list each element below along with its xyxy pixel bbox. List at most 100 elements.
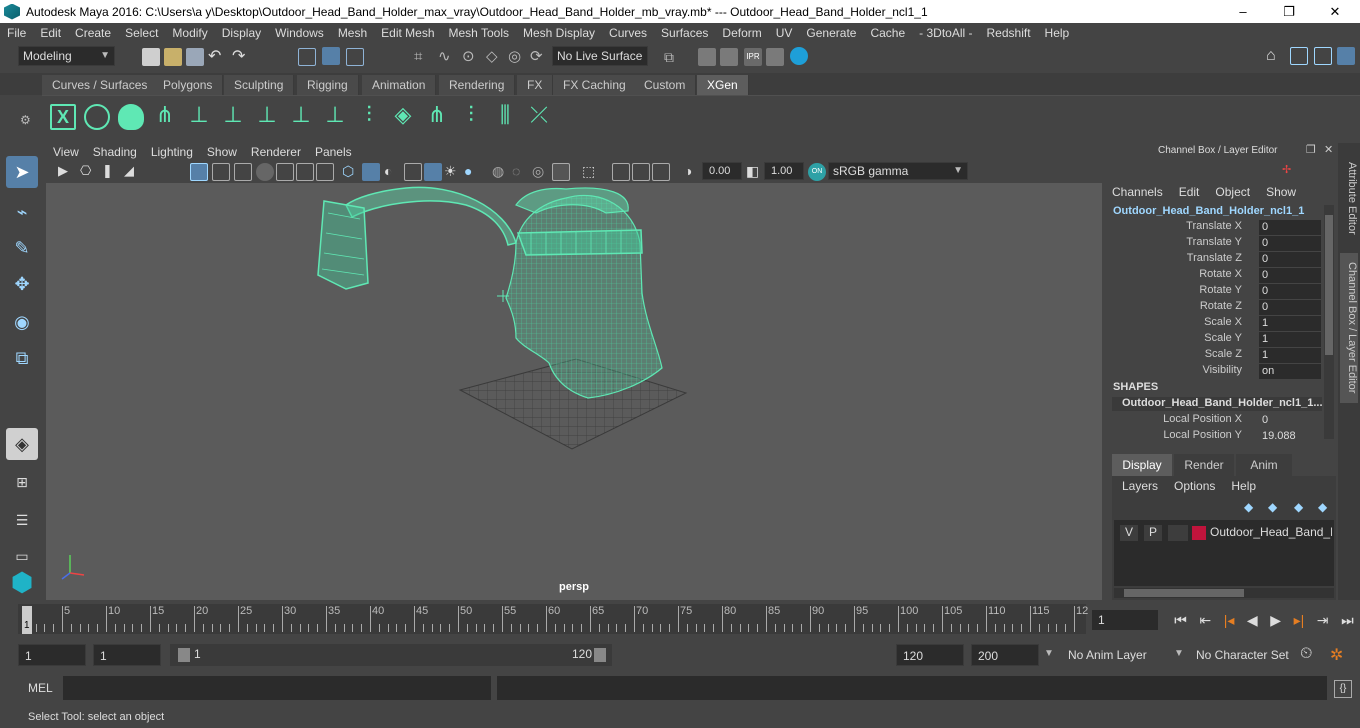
script-editor-icon[interactable]: {}	[1334, 680, 1352, 698]
current-frame-field[interactable]: 1	[1092, 610, 1158, 630]
close-button[interactable]: ✕	[1312, 0, 1358, 23]
shelf-tab-fx-caching[interactable]: FX Caching	[553, 75, 637, 95]
attr-scale-z[interactable]: Scale Z1	[1106, 348, 1322, 364]
xray-icon[interactable]	[424, 163, 442, 181]
hypershade-icon[interactable]	[790, 47, 808, 65]
layer-tab-anim[interactable]: Anim	[1236, 454, 1292, 476]
cb-menu-show[interactable]: Show	[1266, 185, 1296, 199]
attr-translate-y[interactable]: Translate Y0	[1106, 236, 1322, 252]
layer-playback-toggle[interactable]: P	[1144, 525, 1162, 541]
select-component-icon[interactable]	[346, 48, 364, 66]
layer-menu-options[interactable]: Options	[1174, 479, 1215, 493]
four-view-icon[interactable]: ⊞	[6, 466, 38, 498]
attr-translate-x[interactable]: Translate X0	[1106, 220, 1322, 236]
snap-surface-icon[interactable]: ◎	[508, 48, 526, 66]
start-time-field[interactable]: 1	[18, 644, 86, 666]
toggle-channel-box-icon[interactable]	[1337, 47, 1355, 65]
float-panel-icon[interactable]: ❐	[1306, 143, 1316, 156]
undo-icon[interactable]: ↶	[208, 48, 226, 66]
play-backward-icon[interactable]: ◀	[1247, 612, 1258, 629]
backface-icon[interactable]	[652, 163, 670, 181]
minimize-button[interactable]: –	[1220, 0, 1266, 23]
save-scene-icon[interactable]	[186, 48, 204, 66]
layer-name[interactable]: Outdoor_Head_Band_Ho	[1210, 525, 1332, 539]
menu-surfaces[interactable]: Surfaces	[654, 26, 715, 40]
snap-plane-icon[interactable]: ◇	[486, 48, 504, 66]
color-space-dropdown[interactable]: sRGB gamma ▼	[828, 162, 968, 180]
attr-rotate-z[interactable]: Rotate Z0	[1106, 300, 1322, 316]
camera-attrs-icon[interactable]: ⎔	[80, 163, 98, 181]
side-tab-channel-box[interactable]: Channel Box / Layer Editor	[1340, 253, 1358, 403]
shelf-tab-animation[interactable]: Animation	[362, 75, 437, 95]
gamma-field[interactable]: 1.00	[764, 162, 804, 180]
xgen-visibility-icon[interactable]: ⊥	[288, 102, 314, 130]
menu-cache[interactable]: Cache	[863, 26, 912, 40]
xray-joints-icon[interactable]	[612, 163, 630, 181]
select-object-icon[interactable]	[322, 47, 340, 65]
wireframe-on-shaded-icon[interactable]: ◐	[384, 163, 402, 181]
xgen-grass-icon[interactable]: ⫶	[356, 102, 382, 130]
layer-hscrollbar[interactable]	[1114, 588, 1334, 598]
layer-menu-layers[interactable]: Layers	[1122, 479, 1158, 493]
gear-icon[interactable]: ⚙	[20, 113, 31, 127]
attr-rotate-x[interactable]: Rotate X0	[1106, 268, 1322, 284]
menu-edit-mesh[interactable]: Edit Mesh	[374, 26, 441, 40]
range-slider[interactable]: 1 120	[170, 644, 612, 666]
snap-curve-icon[interactable]: ∿	[438, 48, 456, 66]
auto-key-icon[interactable]: ⏲	[1300, 645, 1312, 663]
object-name[interactable]: Outdoor_Head_Band_Holder_ncl1_1	[1113, 205, 1304, 217]
shelf-tab-rendering[interactable]: Rendering	[439, 75, 516, 95]
open-scene-icon[interactable]	[164, 48, 182, 66]
field-chart-icon[interactable]	[276, 163, 294, 181]
render-settings-icon[interactable]	[766, 48, 784, 66]
maximize-button[interactable]: ❐	[1266, 0, 1312, 23]
playback-end-field[interactable]: 120	[896, 644, 964, 666]
menu-modify[interactable]: Modify	[165, 26, 214, 40]
hscrollbar-thumb[interactable]	[1124, 589, 1244, 597]
xgen-select-guide-icon[interactable]: ⊥	[186, 102, 212, 130]
toggle-tool-settings-icon[interactable]	[1314, 47, 1332, 65]
range-end-handle[interactable]	[594, 648, 606, 662]
menu-generate[interactable]: Generate	[799, 26, 863, 40]
layer-menu-help[interactable]: Help	[1231, 479, 1256, 493]
workspace-icon[interactable]: ⌂	[1266, 47, 1284, 65]
vp-menu-view[interactable]: View	[46, 145, 86, 159]
gate-mask-icon[interactable]	[256, 163, 274, 181]
shadows-icon[interactable]: ●	[464, 163, 482, 181]
chevron-down-icon[interactable]: ▼	[1174, 648, 1184, 659]
menu-edit[interactable]: Edit	[33, 26, 68, 40]
shelf-tab-curves-surfaces[interactable]: Curves / Surfaces	[42, 75, 159, 95]
mode-dropdown[interactable]: Modeling ▼	[18, 46, 115, 66]
ssao-icon[interactable]: ◍	[492, 163, 510, 181]
select-tool-icon[interactable]: ➤	[6, 156, 38, 188]
textured-icon[interactable]	[404, 163, 422, 181]
smooth-shade-icon[interactable]	[362, 163, 380, 181]
xgen-guide-to-curve-icon[interactable]: ⋔	[424, 102, 450, 130]
new-layer-selected-icon[interactable]: ◆	[1318, 500, 1327, 514]
layer-tab-display[interactable]: Display	[1112, 454, 1172, 476]
new-layer-icon[interactable]: ◆	[1294, 500, 1303, 514]
chevron-down-icon[interactable]: ▼	[1044, 648, 1054, 659]
film-gate-icon[interactable]	[212, 163, 230, 181]
layer-type-toggle[interactable]	[1168, 525, 1188, 541]
attr-rotate-y[interactable]: Rotate Y0	[1106, 284, 1322, 300]
shelf-tab-sculpting[interactable]: Sculpting	[224, 75, 295, 95]
xgen-layers-icon[interactable]: ◈	[390, 102, 416, 130]
cb-menu-edit[interactable]: Edit	[1179, 185, 1200, 199]
go-to-end-icon[interactable]: ⏭	[1341, 612, 1354, 629]
character-set-dropdown[interactable]: No Character Set	[1190, 644, 1296, 666]
attr-local-position-x[interactable]: Local Position X0	[1106, 413, 1322, 429]
attr-scale-x[interactable]: Scale X1	[1106, 316, 1322, 332]
new-scene-icon[interactable]	[142, 48, 160, 66]
attr-visibility[interactable]: Visibility on	[1106, 364, 1322, 380]
bookmark-icon[interactable]: ❚	[102, 163, 120, 181]
cb-menu-channels[interactable]: Channels	[1112, 185, 1163, 199]
image-plane-icon[interactable]: ◢	[124, 163, 142, 181]
preferences-running-icon[interactable]: ✲	[1330, 645, 1343, 665]
vp-menu-lighting[interactable]: Lighting	[144, 145, 200, 159]
ipr-render-icon[interactable]: IPR	[744, 48, 762, 66]
rotate-tool-icon[interactable]: ◉	[6, 306, 38, 338]
close-panel-icon[interactable]: ✕	[1324, 143, 1333, 156]
menu-select[interactable]: Select	[118, 26, 165, 40]
play-forward-icon[interactable]: ▶	[1270, 612, 1281, 629]
